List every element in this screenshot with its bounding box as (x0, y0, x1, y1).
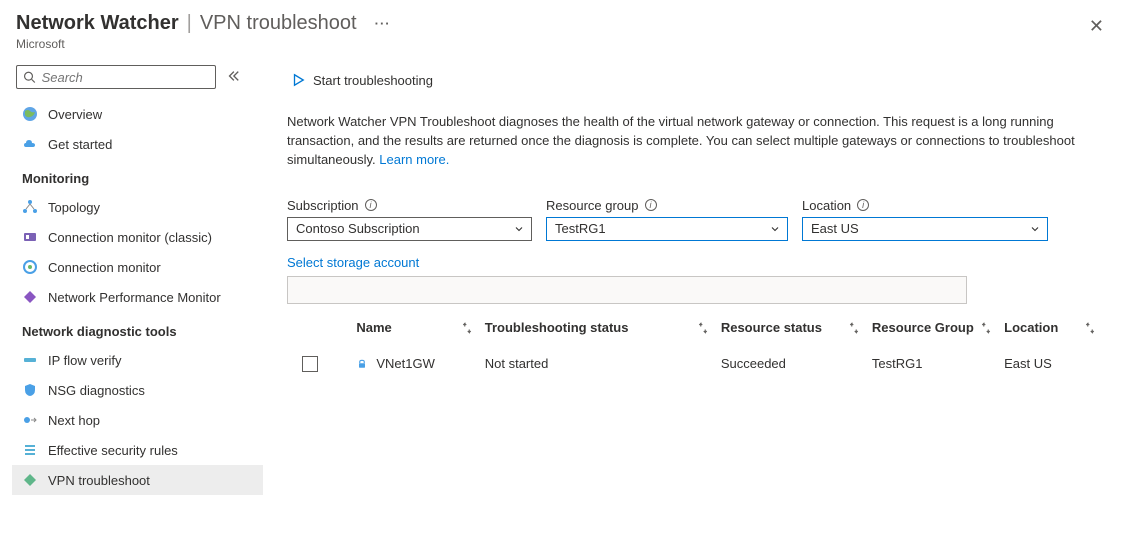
sidebar-item-connection-monitor-classic[interactable]: Connection monitor (classic) (12, 222, 263, 252)
sidebar-item-nsg-diag[interactable]: NSG diagnostics (12, 375, 263, 405)
title-separator: | (187, 12, 192, 35)
col-rg-header[interactable]: Resource Group (872, 320, 974, 335)
sidebar-collapse-icon[interactable] (226, 69, 240, 86)
info-icon[interactable]: i (365, 199, 377, 211)
play-icon (291, 73, 305, 87)
topology-icon (22, 199, 38, 215)
info-icon[interactable]: i (857, 199, 869, 211)
row-name: VNet1GW (376, 356, 435, 371)
main-content: Start troubleshooting Network Watcher VP… (263, 59, 1128, 540)
sidebar-item-label: Connection monitor (classic) (48, 230, 212, 245)
row-checkbox[interactable] (302, 356, 318, 372)
select-storage-account-link[interactable]: Select storage account (287, 255, 419, 270)
sidebar-item-ip-flow-verify[interactable]: IP flow verify (12, 345, 263, 375)
col-ts-header[interactable]: Troubleshooting status (485, 320, 629, 335)
start-troubleshooting-label: Start troubleshooting (313, 73, 433, 88)
subscription-value: Contoso Subscription (296, 221, 420, 236)
location-label: Location (802, 198, 851, 213)
monitor-classic-icon (22, 229, 38, 245)
chevron-down-icon (769, 223, 781, 235)
table-row[interactable]: VNet1GW Not started Succeeded TestRG1 Ea… (287, 346, 1108, 382)
sidebar-item-label: IP flow verify (48, 353, 121, 368)
monitor-icon (22, 259, 38, 275)
row-rg: TestRG1 (872, 356, 1004, 371)
vpn-icon (22, 472, 38, 488)
nsg-icon (22, 382, 38, 398)
start-troubleshooting-button[interactable]: Start troubleshooting (287, 69, 437, 92)
sidebar-section-monitoring: Monitoring (12, 159, 263, 192)
ip-flow-icon (22, 352, 38, 368)
sidebar-item-topology[interactable]: Topology (12, 192, 263, 222)
sidebar-item-label: NSG diagnostics (48, 383, 145, 398)
row-rs: Succeeded (721, 356, 872, 371)
learn-more-link[interactable]: Learn more. (379, 152, 449, 167)
lock-icon (356, 358, 368, 370)
sidebar-item-get-started[interactable]: Get started (12, 129, 263, 159)
sidebar-item-label: Next hop (48, 413, 100, 428)
page-title-sub: VPN troubleshoot (200, 12, 357, 35)
col-name-header[interactable]: Name (356, 320, 391, 335)
sidebar-item-vpn-troubleshoot[interactable]: VPN troubleshoot (12, 465, 263, 495)
sort-icon[interactable] (980, 322, 992, 334)
chevron-down-icon (1029, 223, 1041, 235)
sort-icon[interactable] (1084, 322, 1096, 334)
col-loc-header[interactable]: Location (1004, 320, 1058, 335)
resource-group-value: TestRG1 (555, 221, 606, 236)
sidebar-item-label: Overview (48, 107, 102, 122)
sidebar-item-label: Network Performance Monitor (48, 290, 221, 305)
sidebar-item-npm[interactable]: Network Performance Monitor (12, 282, 263, 312)
npm-icon (22, 289, 38, 305)
col-rs-header[interactable]: Resource status (721, 320, 822, 335)
search-input[interactable] (42, 70, 209, 85)
sort-icon[interactable] (461, 322, 473, 334)
search-icon (23, 70, 36, 84)
sidebar-item-overview[interactable]: Overview (12, 99, 263, 129)
sidebar-item-label: Effective security rules (48, 443, 178, 458)
table-filter-bar[interactable] (287, 276, 967, 304)
rules-icon (22, 442, 38, 458)
description: Network Watcher VPN Troubleshoot diagnos… (287, 113, 1108, 170)
sort-icon[interactable] (697, 322, 709, 334)
sidebar-item-label: Topology (48, 200, 100, 215)
location-value: East US (811, 221, 859, 236)
page-subtitle: Microsoft (16, 37, 391, 51)
sidebar-section-diag: Network diagnostic tools (12, 312, 263, 345)
resource-group-label: Resource group (546, 198, 639, 213)
sidebar-item-label: VPN troubleshoot (48, 473, 150, 488)
sidebar-item-label: Connection monitor (48, 260, 161, 275)
table: Name Troubleshooting status Resource sta… (287, 310, 1108, 382)
sidebar-item-effective-rules[interactable]: Effective security rules (12, 435, 263, 465)
chevron-down-icon (513, 223, 525, 235)
row-loc: East US (1004, 356, 1108, 371)
location-select[interactable]: East US (802, 217, 1048, 241)
sidebar-item-label: Get started (48, 137, 112, 152)
title-more-icon[interactable]: ··· (375, 16, 391, 31)
sort-icon[interactable] (848, 322, 860, 334)
info-icon[interactable]: i (645, 199, 657, 211)
sidebar-item-connection-monitor[interactable]: Connection monitor (12, 252, 263, 282)
page-title-main: Network Watcher (16, 12, 179, 35)
cloud-icon (22, 136, 38, 152)
globe-icon (22, 106, 38, 122)
search-input-wrapper[interactable] (16, 65, 216, 89)
row-ts: Not started (485, 356, 721, 371)
sidebar-item-next-hop[interactable]: Next hop (12, 405, 263, 435)
resource-group-select[interactable]: TestRG1 (546, 217, 788, 241)
sidebar: Overview Get started Monitoring Topology… (0, 59, 263, 540)
subscription-label: Subscription (287, 198, 359, 213)
close-icon[interactable]: ✕ (1085, 12, 1108, 41)
next-hop-icon (22, 412, 38, 428)
header: Network Watcher | VPN troubleshoot ··· M… (0, 0, 1128, 59)
subscription-select[interactable]: Contoso Subscription (287, 217, 532, 241)
